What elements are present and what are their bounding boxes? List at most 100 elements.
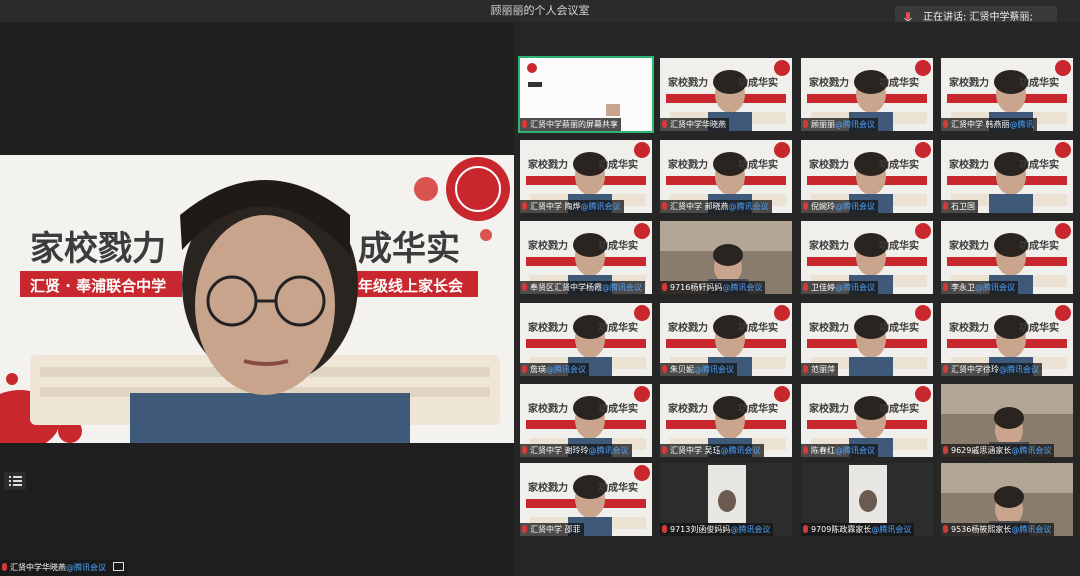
- tile-banner-right: 功成华实: [598, 483, 638, 494]
- participant-tile[interactable]: 家校戮力 功成华实 奉贤区汇贤中学杨霞@腾讯会议: [520, 221, 652, 294]
- participant-tile[interactable]: 家校戮力 功成华实 汇贤中学 吴珏@腾讯会议: [660, 384, 792, 457]
- banner-title-left: 家校戮力: [30, 229, 166, 269]
- tile-banner-left: 家校戮力: [528, 404, 568, 415]
- participant-label: 汇贤中学 郝晓燕@腾讯会议: [660, 200, 772, 213]
- participant-tile[interactable]: 家校戮力 功成华实 李永卫@腾讯会议: [941, 221, 1073, 294]
- participant-suffix: @腾讯会议: [999, 365, 1039, 374]
- banner-title-right: 成华实: [358, 229, 460, 269]
- participant-name: 9536杨筱熙家长: [951, 525, 1012, 534]
- participant-name: 汇贤中学 吴珏: [670, 446, 721, 455]
- participant-label: 朱贝妮@腾讯会议: [660, 363, 737, 376]
- participant-tile[interactable]: 家校戮力 功成华实 詹瑛@腾讯会议: [520, 303, 652, 376]
- participant-suffix: @腾讯会议: [835, 202, 875, 211]
- participant-name: 汇贤中学 陶烨: [530, 202, 581, 211]
- participant-name: 汇贤中学 邵菲: [530, 525, 581, 534]
- list-icon: [9, 476, 22, 486]
- participant-tile[interactable]: 家校戮力 功成华实汇贤中学 谢玲玲@腾讯会议: [520, 384, 652, 457]
- participant-name: 詹瑛: [530, 365, 546, 374]
- participant-name: 石卫国: [951, 202, 975, 211]
- tile-banner-left: 家校戮力: [528, 483, 568, 494]
- participant-label: 9713刘函俊妈妈@腾讯会议: [660, 523, 774, 536]
- participant-tile[interactable]: 家校戮力 功成华实 汇贤中学 陶烨@腾讯会议: [520, 140, 652, 213]
- participant-name: 9713刘函俊妈妈: [670, 525, 731, 534]
- participant-suffix: @腾讯会议: [720, 446, 761, 455]
- participant-tile[interactable]: 家校戮力 功成华实 汇贤中学 郝晓燕@腾讯会议: [660, 140, 792, 213]
- participant-tile[interactable]: 家校戮力 功成华实 卫佳婷@腾讯会议: [801, 221, 933, 294]
- main-participant-suffix: @腾讯会议: [66, 563, 106, 572]
- tile-banner-right: 功成华实: [1019, 241, 1059, 252]
- tile-banner-left: 家校戮力: [809, 241, 849, 252]
- participant-tile[interactable]: 9716杨轩妈妈@腾讯会议: [660, 221, 792, 294]
- participant-label: 顾丽丽@腾讯会议: [801, 118, 878, 131]
- participant-label: 汇贤中学 吴珏@腾讯会议: [660, 444, 764, 457]
- tile-banner-left: 家校戮力: [949, 78, 989, 89]
- participant-name: 奉贤区汇贤中学杨霞: [530, 283, 602, 292]
- participant-suffix: @腾讯会议: [722, 283, 763, 292]
- participant-name: 汇贤中学 谢玲玲: [530, 446, 589, 455]
- participant-tile[interactable]: 家校戮力 功成华实汇贤中学 邵菲: [520, 463, 652, 536]
- event-label: 年级线上家长会: [358, 277, 464, 295]
- tile-banner-right: 功成华实: [598, 160, 638, 171]
- participant-name: 汇贤中学华晓燕: [670, 120, 726, 129]
- school-name-label: 汇贤 · 奉浦联合中学: [30, 277, 167, 295]
- tile-banner-left: 家校戮力: [949, 323, 989, 334]
- participant-tile[interactable]: 9713刘函俊妈妈@腾讯会议: [660, 463, 792, 536]
- mic-muted-icon: [943, 446, 948, 454]
- participant-label: 9536杨筱熙家长@腾讯会议: [941, 523, 1055, 536]
- participant-suffix: @腾讯会议: [602, 283, 642, 292]
- participant-name: 汇贤中学 郝晓燕: [670, 202, 729, 211]
- participant-list-button[interactable]: [4, 472, 26, 490]
- participant-suffix: @腾讯会议: [694, 365, 734, 374]
- participant-label: 李永卫@腾讯会议: [941, 281, 1018, 294]
- mic-muted-icon: [662, 202, 667, 210]
- tile-banner-right: 功成华实: [738, 78, 778, 89]
- tile-banner-right: 功成华实: [598, 404, 638, 415]
- participant-tile[interactable]: 汇贤中学蔡丽的屏幕共享: [518, 56, 654, 133]
- mic-muted-icon: [943, 120, 948, 128]
- main-video[interactable]: 家校戮力 成华实 汇贤 · 奉浦联合中学 年级线上家长会: [0, 155, 514, 443]
- participant-tile[interactable]: 9536杨筱熙家长@腾讯会议: [941, 463, 1073, 536]
- participant-tile[interactable]: 家校戮力 功成华实 倪婉玲@腾讯会议: [801, 140, 933, 213]
- participant-name: 9716杨轩妈妈: [670, 283, 723, 292]
- tile-banner-right: 功成华实: [1019, 160, 1059, 171]
- participant-tile[interactable]: 家校戮力 功成华实石卫国: [941, 140, 1073, 213]
- mic-muted-icon: [803, 202, 808, 210]
- participant-suffix: @腾讯会议: [546, 365, 586, 374]
- participant-suffix: @腾讯会议: [588, 446, 629, 455]
- participant-label: 汇贤中学华晓燕: [660, 118, 729, 131]
- participant-tile[interactable]: 家校戮力 功成华实 范丽萍: [801, 303, 933, 376]
- tile-banner-right: 功成华实: [879, 241, 919, 252]
- mic-muted-icon: [522, 283, 527, 291]
- participant-tile[interactable]: 家校戮力 功成华实 汇贤中学 韩燕丽@腾讯: [941, 58, 1073, 131]
- participant-name: 李永卫: [951, 283, 975, 292]
- mic-muted-icon: [662, 283, 667, 291]
- participant-label: 汇贤中学 谢玲玲@腾讯会议: [520, 444, 632, 457]
- tile-banner-left: 家校戮力: [809, 404, 849, 415]
- participant-label: 汇贤中学 邵菲: [520, 523, 584, 536]
- mic-muted-icon: [662, 446, 667, 454]
- tile-banner-left: 家校戮力: [528, 160, 568, 171]
- main-participant-name: 汇贤中学华晓燕: [10, 563, 66, 572]
- participant-name: 倪婉玲: [811, 202, 835, 211]
- participant-tile[interactable]: 9629戚思涵家长@腾讯会议: [941, 384, 1073, 457]
- mic-muted-icon: [662, 365, 667, 373]
- participant-tile[interactable]: 家校戮力 功成华实 汇贤中学徐玲@腾讯会议: [941, 303, 1073, 376]
- participant-name: 汇贤中学徐玲: [951, 365, 999, 374]
- participant-label: 詹瑛@腾讯会议: [520, 363, 589, 376]
- participant-tile[interactable]: 家校戮力 功成华实 汇贤中学华晓燕: [660, 58, 792, 131]
- participant-suffix: @腾讯会议: [728, 202, 769, 211]
- mic-muted-icon: [662, 120, 667, 128]
- participant-tile[interactable]: 家校戮力 功成华实 朱贝妮@腾讯会议: [660, 303, 792, 376]
- mic-muted-icon: [943, 283, 948, 291]
- mic-muted-icon: [2, 563, 7, 571]
- tile-banner-left: 家校戮力: [809, 160, 849, 171]
- mic-muted-icon: [522, 365, 527, 373]
- tile-banner-left: 家校戮力: [949, 160, 989, 171]
- participant-label: 奉贤区汇贤中学杨霞@腾讯会议: [520, 281, 645, 294]
- participant-name: 朱贝妮: [670, 365, 694, 374]
- tile-banner-right: 功成华实: [879, 404, 919, 415]
- participant-tile[interactable]: 9709陈政霖家长@腾讯会议: [801, 463, 933, 536]
- mic-muted-icon: [803, 283, 808, 291]
- participant-tile[interactable]: 家校戮力 功成华实 陈春红@腾讯会议: [801, 384, 933, 457]
- participant-tile[interactable]: 家校戮力 功成华实 顾丽丽@腾讯会议: [801, 58, 933, 131]
